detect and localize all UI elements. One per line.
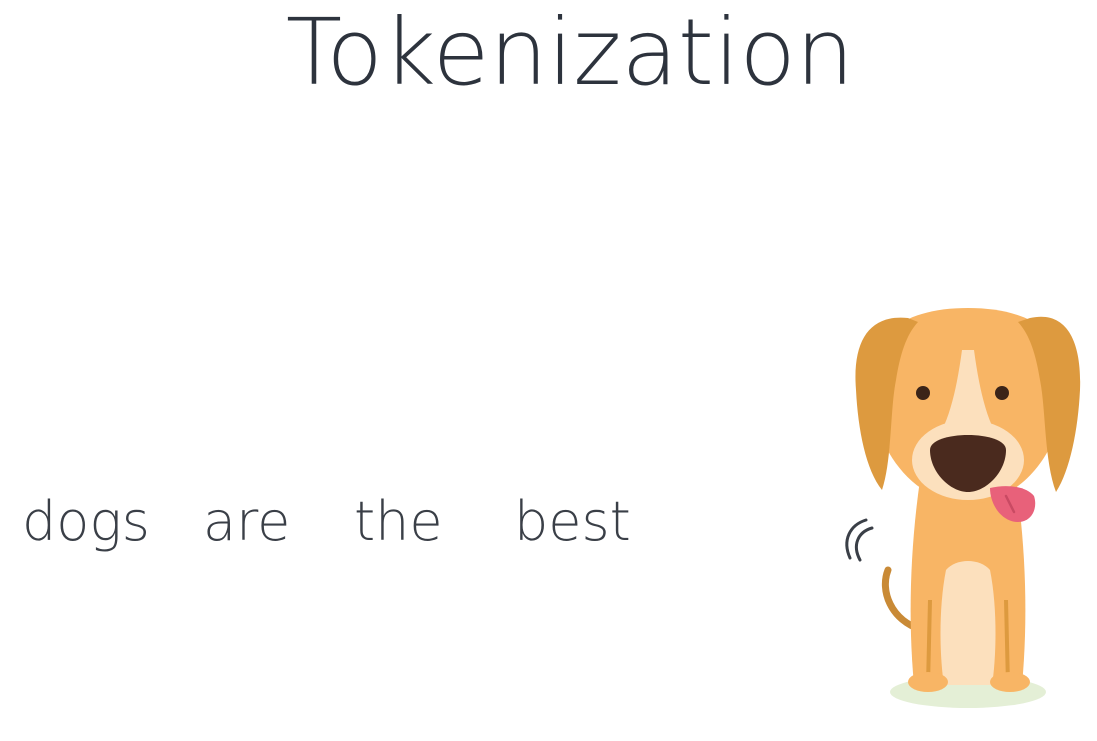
wag-line (855, 526, 874, 562)
token-row: dogs are the best (22, 490, 662, 560)
slide: Tokenization dogs are the best (0, 0, 1097, 741)
token-word: dogs (22, 490, 150, 553)
dog-eye-right (995, 386, 1009, 400)
token-word: best (514, 490, 631, 553)
token-word: are (203, 490, 291, 553)
dog-chest (940, 561, 996, 685)
token-word: the (354, 490, 443, 553)
slide-title: Tokenization (285, 0, 855, 106)
dog-paw (908, 672, 948, 692)
dog-eye-left (916, 386, 930, 400)
dog-paw (990, 672, 1030, 692)
dog-icon (845, 308, 1081, 708)
